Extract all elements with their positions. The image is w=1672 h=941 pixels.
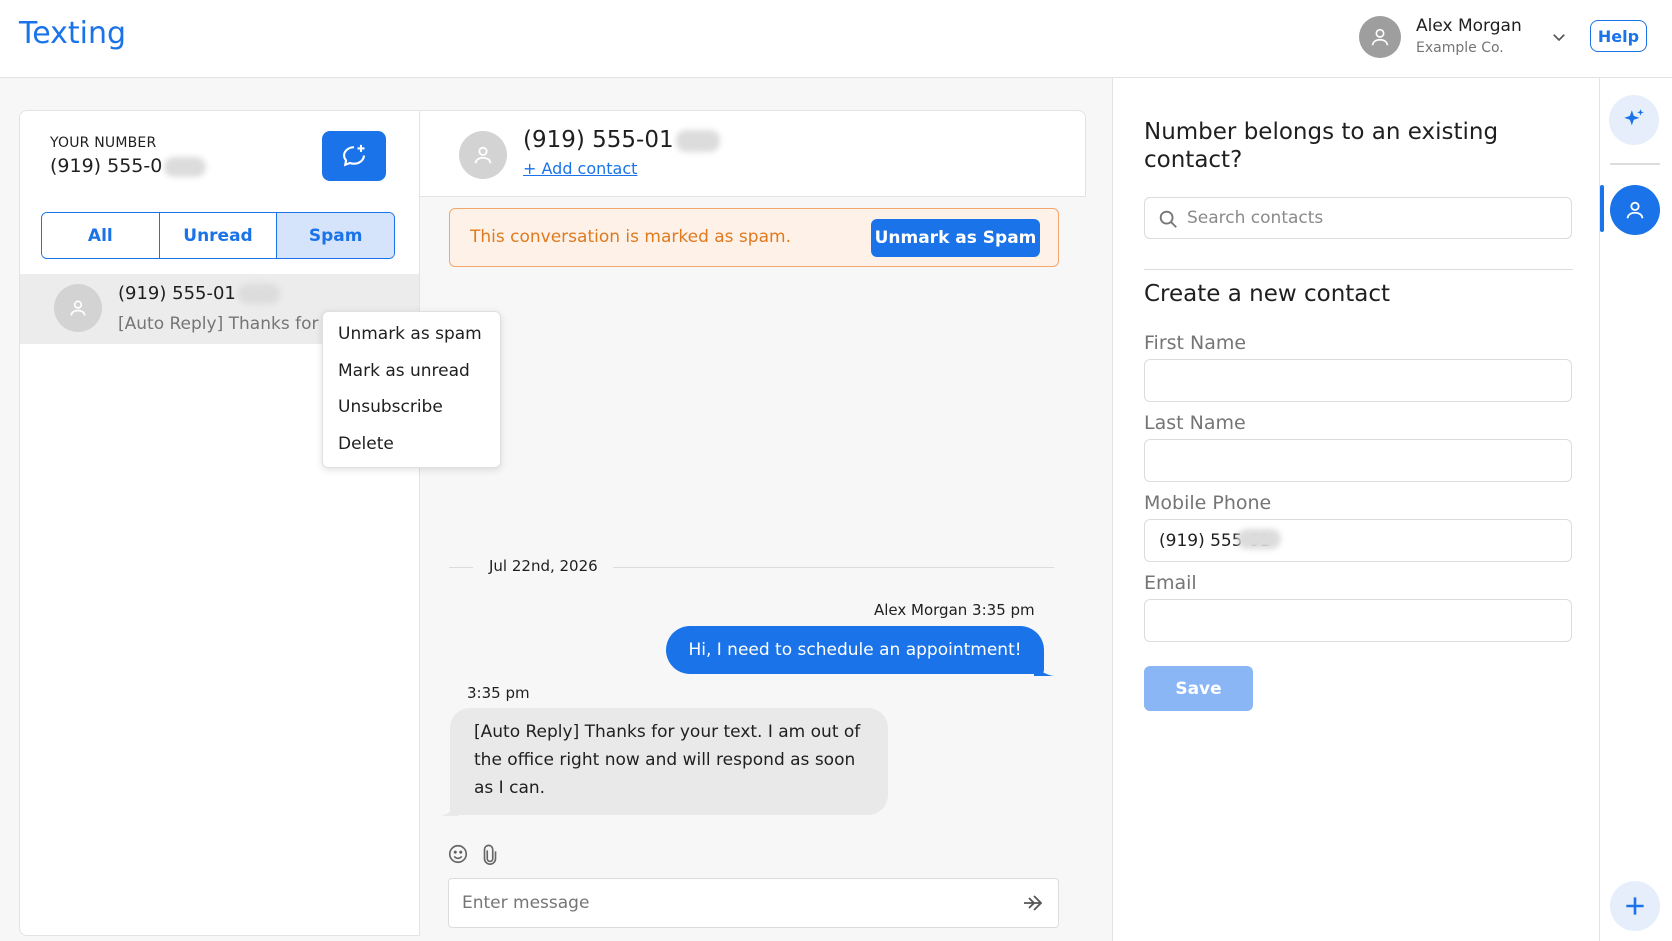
last-name-label: Last Name xyxy=(1144,412,1246,434)
sent-message-bubble: Hi, I need to schedule an appointment! xyxy=(666,626,1044,674)
contact-search xyxy=(1144,197,1572,239)
redacted-digits xyxy=(675,129,720,152)
search-icon xyxy=(1159,210,1177,228)
first-name-field[interactable] xyxy=(1144,359,1572,402)
paperclip-icon xyxy=(483,844,497,865)
mobile-phone-field[interactable] xyxy=(1144,519,1572,562)
chat-header: (919) 555-01 + Add contact xyxy=(420,110,1086,197)
chat-contact-number-text: (919) 555-01 xyxy=(523,127,674,153)
tab-spam[interactable]: Spam xyxy=(277,213,394,258)
mobile-phone-label: Mobile Phone xyxy=(1144,492,1272,514)
your-number-value: (919) 555-0 xyxy=(50,155,207,177)
send-button[interactable] xyxy=(1019,889,1047,917)
conversation-list-panel: YOUR NUMBER (919) 555-0 All Unread Spam … xyxy=(19,110,420,936)
user-name: Alex Morgan xyxy=(1416,16,1522,36)
date-separator-line xyxy=(613,567,1054,568)
ai-assistant-button[interactable] xyxy=(1609,95,1659,145)
unmark-spam-button[interactable]: Unmark as Spam xyxy=(871,219,1040,257)
contact-panel: Number belongs to an existing contact? C… xyxy=(1112,78,1599,941)
message-input[interactable] xyxy=(448,878,1059,928)
attach-button[interactable] xyxy=(479,843,501,867)
existing-contact-heading: Number belongs to an existing contact? xyxy=(1144,119,1499,173)
new-contact-heading: Create a new contact xyxy=(1144,281,1391,307)
spam-banner: This conversation is marked as spam. Unm… xyxy=(449,208,1059,267)
top-bar: Texting Alex Morgan Example Co. Help xyxy=(0,0,1672,78)
rail-divider xyxy=(1610,163,1660,165)
date-separator-line xyxy=(449,567,473,568)
sparkle-icon xyxy=(1624,109,1644,126)
contact-panel-button[interactable] xyxy=(1610,185,1660,235)
received-message-meta: 3:35 pm xyxy=(467,684,530,702)
user-icon xyxy=(474,146,492,164)
menu-item-unmark-spam[interactable]: Unmark as spam xyxy=(323,322,500,359)
filter-tabs: All Unread Spam xyxy=(41,212,395,259)
search-contacts-input[interactable] xyxy=(1187,198,1567,238)
account-dropdown-button[interactable] xyxy=(1548,26,1570,48)
received-message-bubble: [Auto Reply] Thanks for your text. I am … xyxy=(450,708,888,815)
conversation-avatar xyxy=(54,284,102,332)
new-message-icon xyxy=(343,144,365,167)
chat-contact-number: (919) 555-01 xyxy=(523,127,720,153)
add-button[interactable] xyxy=(1610,881,1660,931)
user-icon xyxy=(70,300,86,316)
menu-item-mark-unread[interactable]: Mark as unread xyxy=(323,359,500,396)
chat-contact-avatar xyxy=(459,131,507,179)
tab-unread[interactable]: Unread xyxy=(159,213,278,258)
section-divider xyxy=(1144,269,1573,270)
email-field[interactable] xyxy=(1144,599,1572,642)
send-arrow-icon xyxy=(1024,895,1043,911)
chevron-down-icon xyxy=(1553,34,1565,42)
new-message-button[interactable] xyxy=(322,131,386,181)
app-title: Texting xyxy=(19,16,127,51)
user-org: Example Co. xyxy=(1416,40,1504,56)
rail-active-indicator xyxy=(1600,185,1604,232)
redacted-digits xyxy=(164,156,207,177)
help-button[interactable]: Help xyxy=(1590,20,1647,52)
tab-all[interactable]: All xyxy=(42,213,160,258)
user-avatar[interactable] xyxy=(1359,16,1401,58)
email-label: Email xyxy=(1144,572,1197,594)
last-name-field[interactable] xyxy=(1144,439,1572,482)
conversation-number-text: (919) 555-01 xyxy=(118,283,236,304)
date-separator-text: Jul 22nd, 2026 xyxy=(489,557,598,575)
right-rail xyxy=(1599,78,1672,941)
menu-item-delete[interactable]: Delete xyxy=(323,432,500,469)
sent-message-meta: Alex Morgan 3:35 pm xyxy=(874,601,1035,619)
save-contact-button[interactable]: Save xyxy=(1144,666,1253,711)
emoji-button[interactable] xyxy=(447,843,469,865)
received-bubble-tail xyxy=(440,798,458,816)
user-icon xyxy=(1371,28,1389,46)
your-number-label: YOUR NUMBER xyxy=(50,135,157,151)
user-icon xyxy=(1626,201,1644,219)
add-contact-link[interactable]: + Add contact xyxy=(523,159,637,178)
conversation-preview: [Auto Reply] Thanks for y xyxy=(118,314,323,334)
conversation-number: (919) 555-01 xyxy=(118,283,280,304)
redacted-digits xyxy=(237,284,280,304)
emoji-icon xyxy=(448,844,468,864)
your-number-text: (919) 555-0 xyxy=(50,155,163,177)
date-separator: Jul 22nd, 2026 xyxy=(449,557,1054,577)
sent-bubble-tail xyxy=(1034,658,1054,676)
redacted-digits xyxy=(1237,529,1281,549)
spam-banner-text: This conversation is marked as spam. xyxy=(470,227,791,247)
conversation-context-menu: Unmark as spam Mark as unread Unsubscrib… xyxy=(322,311,501,468)
chat-panel: (919) 555-01 + Add contact This conversa… xyxy=(420,110,1086,941)
first-name-label: First Name xyxy=(1144,332,1247,354)
workspace: YOUR NUMBER (919) 555-0 All Unread Spam … xyxy=(0,78,1112,941)
plus-icon xyxy=(1626,897,1644,915)
menu-item-unsubscribe[interactable]: Unsubscribe xyxy=(323,395,500,432)
